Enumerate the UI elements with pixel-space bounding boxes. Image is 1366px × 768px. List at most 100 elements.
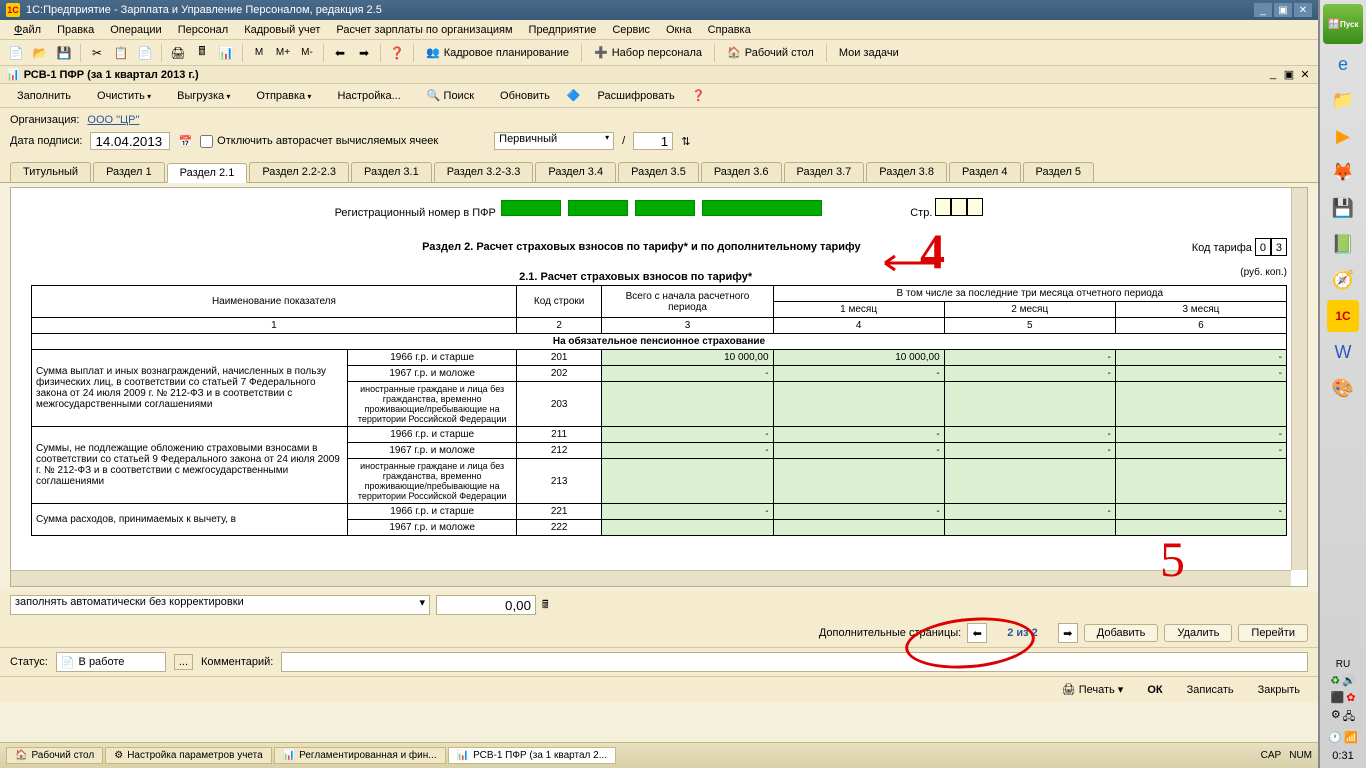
tarif-code[interactable]: 03 xyxy=(1255,238,1287,256)
tab-razdel-2-2[interactable]: Раздел 2.2-2.3 xyxy=(249,162,349,182)
wmp-icon[interactable]: ▶ xyxy=(1327,120,1359,152)
page-prev-button[interactable]: ⬅ xyxy=(967,623,987,643)
task-desktop[interactable]: 🏠 Рабочий стол xyxy=(6,747,103,764)
status-field[interactable]: 📄 В работе xyxy=(56,652,166,672)
menu-hr[interactable]: Кадровый учет xyxy=(236,21,328,39)
help2-icon[interactable]: ❓ xyxy=(692,89,706,102)
back-icon[interactable]: ⬅ xyxy=(330,43,350,63)
menu-salary[interactable]: Расчет зарплаты по организациям xyxy=(328,21,520,39)
reg-field-1[interactable] xyxy=(501,200,561,216)
tab-titulnyj[interactable]: Титульный xyxy=(10,162,91,182)
tab-razdel-3-8[interactable]: Раздел 3.8 xyxy=(866,162,947,182)
menu-help[interactable]: Справка xyxy=(700,21,759,39)
cut-icon[interactable]: ✂ xyxy=(87,43,107,63)
copy-icon[interactable]: 📋 xyxy=(111,43,131,63)
send-button[interactable]: Отправка xyxy=(247,87,320,105)
page-next-button[interactable]: ➡ xyxy=(1058,623,1078,643)
doc-minimize-icon[interactable]: _ xyxy=(1266,68,1280,81)
doc-type-select[interactable]: Первичный xyxy=(494,132,614,150)
tray-icon-4[interactable]: ✿ xyxy=(1346,691,1355,704)
paint-icon[interactable]: 🎨 xyxy=(1327,372,1359,404)
tray-icon-1[interactable]: ♻ xyxy=(1330,674,1340,687)
menu-operations[interactable]: Операции xyxy=(102,21,169,39)
scrollbar-vertical[interactable] xyxy=(1291,188,1307,570)
tray-icon-6[interactable]: 🖧 xyxy=(1343,708,1355,727)
save-disk-icon[interactable]: 💾 xyxy=(1327,192,1359,224)
tab-razdel-4[interactable]: Раздел 4 xyxy=(949,162,1021,182)
tab-razdel-2-1[interactable]: Раздел 2.1 xyxy=(167,163,248,183)
hr-planning-button[interactable]: 👥 Кадровое планирование xyxy=(420,44,575,61)
ie-icon[interactable]: e xyxy=(1327,48,1359,80)
mplus-icon[interactable]: M+ xyxy=(273,43,293,63)
chart-icon[interactable]: 📊 xyxy=(216,43,236,63)
mminus-icon[interactable]: M- xyxy=(297,43,317,63)
menu-edit[interactable]: Правка xyxy=(49,21,102,39)
status-ellipsis-button[interactable]: ... xyxy=(174,654,193,670)
tray-icon-5[interactable]: ⚙ xyxy=(1331,708,1341,727)
recruitment-button[interactable]: ➕ Набор персонала xyxy=(588,44,708,61)
1c-icon[interactable]: 1C xyxy=(1327,300,1359,332)
task-reports[interactable]: 📊 Регламентированная и фин... xyxy=(274,747,446,764)
desktop-button[interactable]: 🏠 Рабочий стол xyxy=(721,44,820,61)
save-icon[interactable]: 💾 xyxy=(54,43,74,63)
help-icon[interactable]: ❓ xyxy=(387,43,407,63)
paste-icon[interactable]: 📄 xyxy=(135,43,155,63)
tray-icon-2[interactable]: 🔊 xyxy=(1342,674,1356,687)
close-doc-button[interactable]: Закрыть xyxy=(1250,682,1308,698)
reg-field-2[interactable] xyxy=(568,200,628,216)
m-icon[interactable]: M xyxy=(249,43,269,63)
menu-personnel[interactable]: Персонал xyxy=(170,21,237,39)
excel-icon[interactable]: 📗 xyxy=(1327,228,1359,260)
doc-num-input[interactable] xyxy=(633,132,673,150)
my-tasks-button[interactable]: Мои задачи xyxy=(833,45,905,61)
compass-icon[interactable]: 🧭 xyxy=(1327,264,1359,296)
menu-enterprise[interactable]: Предприятие xyxy=(521,21,605,39)
export-button[interactable]: Выгрузка xyxy=(168,87,239,105)
fill-mode-select[interactable]: заполнять автоматически без корректировк… xyxy=(10,595,430,615)
comment-input[interactable] xyxy=(281,652,1308,672)
minimize-button[interactable]: _ xyxy=(1254,3,1272,17)
tab-razdel-3-5[interactable]: Раздел 3.5 xyxy=(618,162,699,182)
tray-icon-7[interactable]: 🕐 xyxy=(1328,731,1342,744)
tab-razdel-3-4[interactable]: Раздел 3.4 xyxy=(535,162,616,182)
tab-razdel-3-1[interactable]: Раздел 3.1 xyxy=(351,162,432,182)
menu-windows[interactable]: Окна xyxy=(658,21,700,39)
close-button[interactable]: ✕ xyxy=(1294,3,1312,17)
print-icon[interactable]: 🖨 xyxy=(168,43,188,63)
task-settings[interactable]: ⚙ Настройка параметров учета xyxy=(105,747,271,764)
firefox-icon[interactable]: 🦊 xyxy=(1327,156,1359,188)
doc-restore-icon[interactable]: ▣ xyxy=(1282,68,1296,81)
search-button[interactable]: 🔍 Поиск xyxy=(418,86,483,105)
tree-icon[interactable]: 🔷 xyxy=(567,89,581,102)
clear-button[interactable]: Очистить xyxy=(88,87,160,105)
settings-button[interactable]: Настройка... xyxy=(328,87,409,105)
lang-indicator[interactable]: RU xyxy=(1336,659,1350,670)
fill-button[interactable]: Заполнить xyxy=(8,87,80,105)
menu-file[interactable]: ФФайлайл xyxy=(6,21,49,39)
start-button[interactable]: 🪟Пуск xyxy=(1323,4,1363,44)
print-button[interactable]: 🖨 Печать ▾ xyxy=(1054,681,1132,698)
calc-icon[interactable]: 🖩 xyxy=(192,43,212,63)
decode-button[interactable]: Расшифровать xyxy=(589,87,684,105)
maximize-button[interactable]: ▣ xyxy=(1274,3,1292,17)
refresh-button[interactable]: Обновить xyxy=(491,87,559,105)
menu-service[interactable]: Сервис xyxy=(604,21,658,39)
tab-razdel-3-7[interactable]: Раздел 3.7 xyxy=(784,162,865,182)
calc-small-icon[interactable]: 🖩 xyxy=(542,596,549,615)
open-icon[interactable]: 📂 xyxy=(30,43,50,63)
delete-page-button[interactable]: Удалить xyxy=(1164,624,1232,642)
disable-auto-checkbox[interactable]: Отключить авторасчет вычисляемых ячеек xyxy=(200,135,438,148)
org-link[interactable]: ООО "ЦР" xyxy=(87,114,139,126)
calendar-icon[interactable]: 📅 xyxy=(178,135,192,148)
page-cells[interactable] xyxy=(935,198,983,216)
tray-icon-3[interactable]: ⬛ xyxy=(1331,691,1345,704)
tab-razdel-1[interactable]: Раздел 1 xyxy=(93,162,165,182)
reg-field-4[interactable] xyxy=(702,200,822,216)
new-icon[interactable]: 📄 xyxy=(6,43,26,63)
task-current[interactable]: 📊 РСВ-1 ПФР (за 1 квартал 2... xyxy=(448,747,616,764)
word-icon[interactable]: W xyxy=(1327,336,1359,368)
sign-date-input[interactable] xyxy=(90,132,170,150)
tab-razdel-5[interactable]: Раздел 5 xyxy=(1023,162,1095,182)
reg-field-3[interactable] xyxy=(635,200,695,216)
stepper-icon[interactable]: ⇅ xyxy=(681,135,690,148)
